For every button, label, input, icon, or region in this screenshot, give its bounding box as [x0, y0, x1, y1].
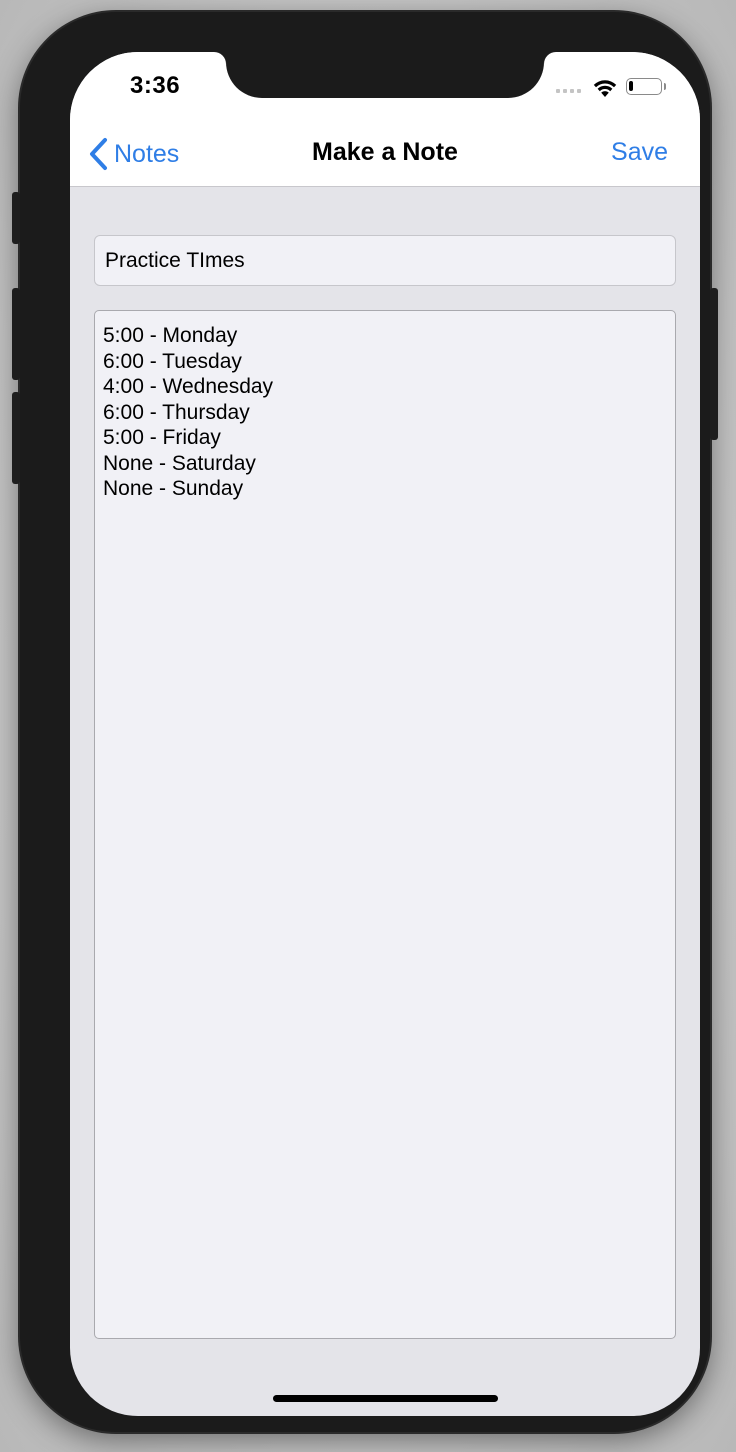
screen: 3:36 Notes Make a Note Save Practice TIm… [70, 52, 700, 1416]
battery-level [629, 81, 633, 91]
note-title-input[interactable] [94, 235, 676, 286]
note-body-line: None - Sunday [103, 477, 244, 500]
cellular-signal-icon [556, 89, 581, 93]
page-title: Make a Note [312, 138, 458, 166]
phone-frame: 3:36 Notes Make a Note Save Practice TIm… [12, 12, 718, 1432]
volume-up-button [12, 288, 20, 380]
battery-icon [626, 78, 662, 95]
volume-down-button [12, 392, 20, 484]
note-body-line: 5:00 - Monday [103, 324, 238, 347]
navigation-bar: Notes Make a Note Save [70, 124, 700, 187]
status-time: 3:36 [130, 72, 181, 99]
save-button[interactable]: Save [611, 138, 668, 167]
note-body-line: 5:00 - Friday [103, 426, 221, 449]
status-bar: 3:36 [70, 52, 700, 124]
note-body-textarea[interactable]: 5:00 - Monday 6:00 - Tuesday 4:00 - Wednes… [94, 310, 676, 1339]
note-body-line: 6:00 - Thursday [103, 400, 250, 424]
wifi-icon [593, 80, 617, 97]
battery-cap [664, 83, 666, 90]
home-indicator[interactable] [273, 1395, 498, 1402]
note-body-line: None - Saturday [103, 451, 256, 475]
note-body-line: 6:00 - Tuesday [103, 349, 242, 373]
mute-switch [12, 192, 20, 244]
power-button [710, 288, 718, 440]
note-body-line: 4:00 - Wednesday [103, 375, 274, 398]
notch [226, 52, 544, 98]
